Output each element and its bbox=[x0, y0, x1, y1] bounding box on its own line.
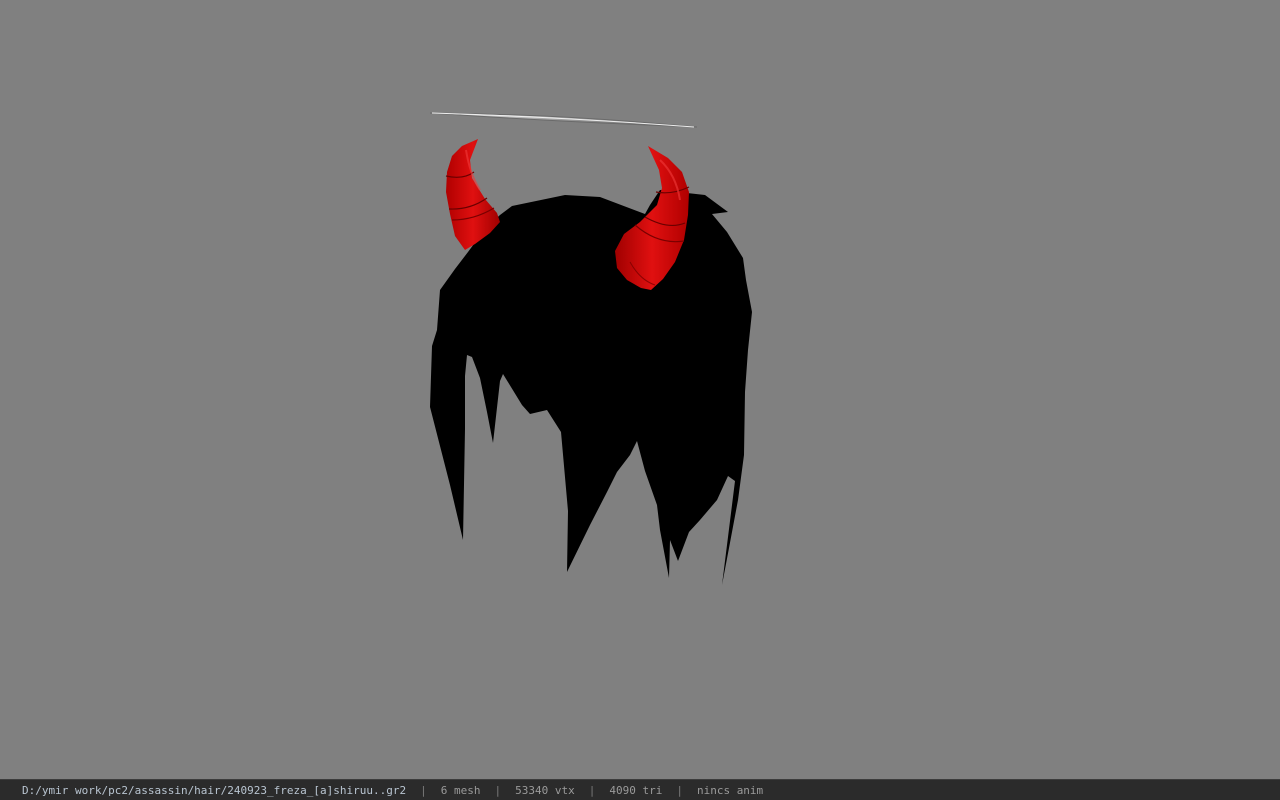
separator: | bbox=[588, 783, 596, 797]
triangle-count: 4090 tri bbox=[609, 783, 663, 797]
status-bar: D:/ymir work/pc2/assassin/hair/240923_fr… bbox=[0, 779, 1280, 800]
file-path: D:/ymir work/pc2/assassin/hair/240923_fr… bbox=[22, 783, 407, 797]
model-render bbox=[429, 112, 752, 585]
separator: | bbox=[676, 783, 683, 797]
3d-viewport[interactable] bbox=[0, 0, 1280, 779]
separator: | bbox=[420, 783, 427, 797]
mesh-count: 6 mesh bbox=[440, 783, 481, 797]
halo bbox=[429, 112, 698, 128]
animation-status: nincs anim bbox=[696, 783, 764, 797]
hair-mesh bbox=[430, 190, 752, 585]
separator: | bbox=[494, 783, 502, 797]
vertex-count: 53340 vtx bbox=[515, 783, 575, 797]
